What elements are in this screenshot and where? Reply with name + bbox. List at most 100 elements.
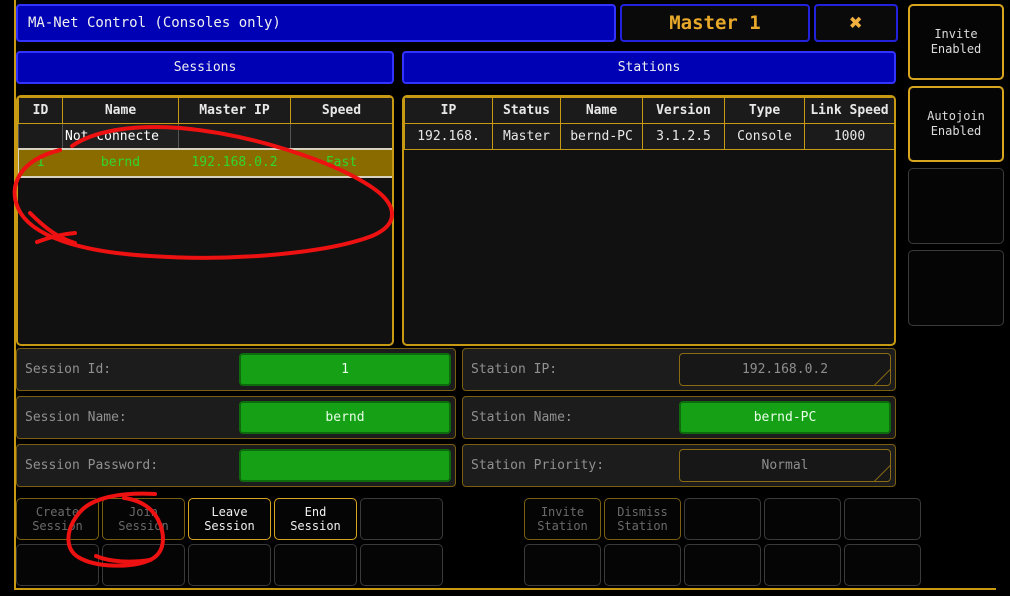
window-title-bar[interactable]: MA-Net Control (Consoles only) <box>16 4 616 42</box>
empty-button <box>188 544 271 586</box>
dropdown-corner-icon <box>874 369 890 385</box>
button-label-line1: Invite <box>540 505 585 519</box>
empty-button <box>684 544 761 586</box>
table-cell-name[interactable]: bernd-PC <box>560 123 643 150</box>
sessions-section-header[interactable]: Sessions <box>16 51 394 84</box>
stations-section-header[interactable]: Stations <box>402 51 896 84</box>
table-cell-speed[interactable]: Fast <box>290 149 392 176</box>
session-field-label: Session Id: <box>25 362 112 377</box>
table-cell-version[interactable]: 3.1.2.5 <box>642 123 725 150</box>
autojoin-enabled-toggle[interactable]: Autojoin Enabled <box>908 86 1004 162</box>
table-cell-type[interactable]: Console <box>724 123 805 150</box>
stations-col-header[interactable]: Version <box>642 97 725 124</box>
stations-col-header[interactable]: Status <box>492 97 561 124</box>
empty-button <box>844 544 921 586</box>
stations-col-header[interactable]: Type <box>724 97 805 124</box>
dropdown-corner-icon <box>874 465 890 481</box>
ma-net-control-window: MA-Net Control (Consoles only) Master 1 … <box>0 0 1010 596</box>
session-field-value[interactable]: 1 <box>239 353 451 386</box>
empty-sidebar-button[interactable] <box>908 250 1004 326</box>
empty-button <box>102 544 185 586</box>
button-label-line2: Session <box>290 519 341 533</box>
stations-header-row: IP Status Name Version Type Link Speed <box>404 97 894 124</box>
sidebar-label-line2: Enabled <box>930 42 982 56</box>
button-label-line1: Leave <box>211 505 248 519</box>
station-field-value[interactable]: bernd-PC <box>679 401 891 434</box>
empty-button <box>360 498 443 540</box>
join-session-button[interactable]: Join Session <box>102 498 185 540</box>
table-cell-id[interactable] <box>18 123 63 150</box>
session-field-value[interactable] <box>239 449 451 482</box>
invite-station-button[interactable]: Invite Station <box>524 498 601 540</box>
sidebar-label-line1: Invite <box>934 27 978 41</box>
table-cell-name[interactable]: Not connecte <box>62 123 179 150</box>
sessions-col-header[interactable]: Speed <box>290 97 392 124</box>
session-field-value[interactable]: bernd <box>239 401 451 434</box>
station-field-value[interactable]: 192.168.0.2 <box>679 353 891 386</box>
empty-button <box>16 544 99 586</box>
table-row[interactable]: 192.168. Master bernd-PC 3.1.2.5 Console 1000 <box>404 123 894 150</box>
stations-table[interactable]: IP Status Name Version Type Link Speed 192.16… <box>404 97 894 150</box>
empty-button <box>844 498 921 540</box>
session-field-label: Session Name: <box>25 410 127 425</box>
session-field-row: Session Name: bernd <box>16 396 456 439</box>
table-cell-ip[interactable]: 192.168. <box>404 123 493 150</box>
station-field-label: Station IP: <box>471 362 558 377</box>
sessions-header-row: ID Name Master IP Speed <box>18 97 392 124</box>
invite-enabled-toggle[interactable]: Invite Enabled <box>908 4 1004 80</box>
button-label-line2: Session <box>118 519 169 533</box>
station-field-row: Station Name: bernd-PC <box>462 396 896 439</box>
empty-button <box>524 544 601 586</box>
stations-col-header[interactable]: Name <box>560 97 643 124</box>
empty-sidebar-button[interactable] <box>908 168 1004 244</box>
button-label-line2: Session <box>32 519 83 533</box>
stations-list-panel[interactable]: IP Status Name Version Type Link Speed 192.16… <box>402 95 896 346</box>
sessions-list-panel[interactable]: ID Name Master IP Speed Not connecte 1 bernd 1… <box>16 95 394 346</box>
master-indicator[interactable]: Master 1 <box>620 4 810 42</box>
table-cell-master_ip[interactable] <box>178 123 291 150</box>
station-field-label: Station Name: <box>471 410 573 425</box>
button-label-line2: Station <box>537 519 588 533</box>
empty-button <box>684 498 761 540</box>
stations-col-header[interactable]: IP <box>404 97 493 124</box>
stations-col-header[interactable]: Link Speed <box>804 97 894 124</box>
table-cell-master_ip[interactable]: 192.168.0.2 <box>178 149 291 176</box>
button-label-line2: Station <box>617 519 668 533</box>
table-cell-link_speed[interactable]: 1000 <box>804 123 894 150</box>
dismiss-station-button[interactable]: Dismiss Station <box>604 498 681 540</box>
session-field-row: Session Id: 1 <box>16 348 456 391</box>
table-cell-status[interactable]: Master <box>492 123 561 150</box>
close-icon: ✖ <box>849 10 863 36</box>
table-row[interactable]: Not connecte <box>18 123 392 150</box>
table-cell-id[interactable]: 1 <box>18 149 63 176</box>
sessions-table[interactable]: ID Name Master IP Speed Not connecte 1 bernd 1… <box>18 97 392 178</box>
sessions-col-header[interactable]: ID <box>18 97 63 124</box>
leave-session-button[interactable]: Leave Session <box>188 498 271 540</box>
button-label-line1: Dismiss <box>617 505 668 519</box>
station-field-label: Station Priority: <box>471 458 605 473</box>
page-title: MA-Net Control (Consoles only) <box>28 15 281 31</box>
empty-button <box>360 544 443 586</box>
sessions-col-header[interactable]: Name <box>62 97 179 124</box>
sidebar-label-line2: Enabled <box>930 124 982 138</box>
table-row[interactable]: 1 bernd 192.168.0.2 Fast <box>18 147 392 178</box>
create-session-button[interactable]: Create Session <box>16 498 99 540</box>
session-field-row: Session Password: <box>16 444 456 487</box>
sessions-col-header[interactable]: Master IP <box>178 97 291 124</box>
end-session-button[interactable]: End Session <box>274 498 357 540</box>
button-label-line1: Join <box>129 505 158 519</box>
button-label-line2: Session <box>204 519 255 533</box>
station-field-row: Station Priority: Normal <box>462 444 896 487</box>
station-field-row: Station IP: 192.168.0.2 <box>462 348 896 391</box>
empty-button <box>764 544 841 586</box>
table-cell-name[interactable]: bernd <box>62 149 179 176</box>
station-field-value[interactable]: Normal <box>679 449 891 482</box>
sessions-header-label: Sessions <box>173 60 237 75</box>
close-button[interactable]: ✖ <box>814 4 898 42</box>
table-cell-speed[interactable] <box>290 123 392 150</box>
button-label-line1: End <box>304 505 327 519</box>
empty-button <box>274 544 357 586</box>
master-label: Master 1 <box>669 12 761 34</box>
session-field-label: Session Password: <box>25 458 159 473</box>
stations-header-label: Stations <box>617 60 681 75</box>
